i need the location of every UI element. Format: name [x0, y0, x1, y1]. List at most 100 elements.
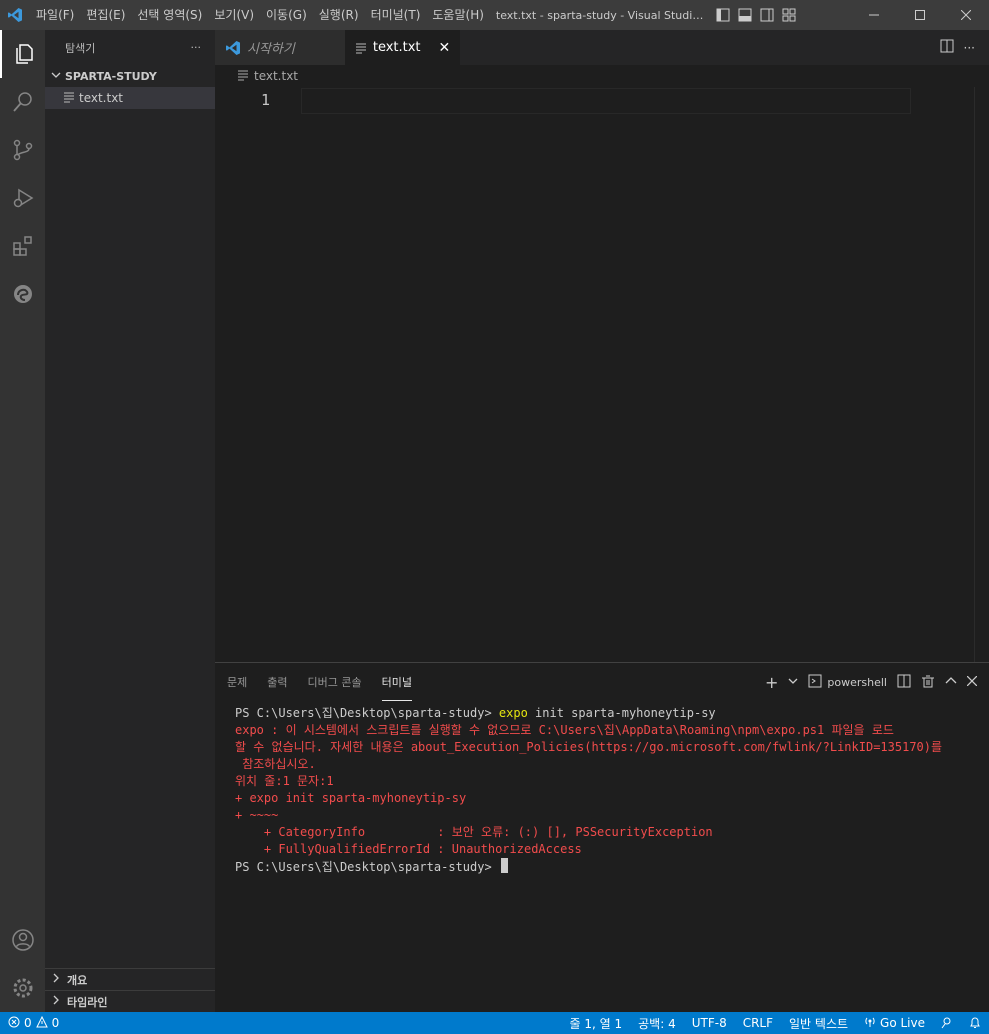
feedback-icon[interactable] [933, 1017, 961, 1029]
terminal-error-line: + expo init sparta-myhoneytip-sy [235, 791, 467, 805]
menu-view[interactable]: 보기(V) [208, 0, 260, 30]
tab-debug-console[interactable]: 디버그 콘솔 [308, 663, 362, 701]
more-actions-icon[interactable]: ··· [191, 41, 202, 54]
warning-icon [35, 1015, 48, 1031]
menu-bar: 파일(F) 편집(E) 선택 영역(S) 보기(V) 이동(G) 실행(R) 터… [30, 0, 490, 30]
scrollbar[interactable] [974, 87, 975, 662]
menu-terminal[interactable]: 터미널(T) [365, 0, 427, 30]
indentation[interactable]: 공백: 4 [630, 1015, 684, 1032]
tab-label: text.txt [372, 40, 421, 55]
file-item-text-txt[interactable]: text.txt [45, 87, 215, 109]
error-count: 0 [24, 1016, 32, 1030]
toggle-panel-icon[interactable] [736, 6, 754, 24]
terminal-command-keyword: expo [498, 706, 528, 720]
terminal-prompt: PS C:\Users\집\Desktop\sparta-study> [235, 706, 499, 720]
terminal-error-line: 위치 줄:1 문자:1 [235, 774, 334, 788]
explorer-icon[interactable] [0, 30, 45, 78]
folder-section[interactable]: SPARTA-STUDY [45, 65, 215, 87]
menu-selection[interactable]: 선택 영역(S) [131, 0, 208, 30]
edge-devtools-icon[interactable] [0, 270, 45, 318]
timeline-label: 타임라인 [67, 995, 108, 1009]
notifications-bell-icon[interactable] [961, 1017, 989, 1029]
close-window-icon[interactable] [943, 0, 989, 30]
current-line-highlight [301, 88, 911, 114]
vscode-logo-icon [225, 40, 241, 56]
vscode-logo-icon [0, 0, 30, 30]
terminal-panel: 문제 출력 디버그 콘솔 터미널 + powershell PS C:\User… [215, 662, 989, 1012]
timeline-section[interactable]: 타임라인 [45, 990, 215, 1012]
menu-help[interactable]: 도움말(H) [426, 0, 490, 30]
encoding[interactable]: UTF-8 [684, 1016, 735, 1030]
tab-problems[interactable]: 문제 [227, 663, 247, 701]
file-name: text.txt [79, 91, 124, 105]
close-tab-icon[interactable]: ✕ [439, 40, 451, 56]
tab-label: 시작하기 [247, 42, 295, 57]
menu-edit[interactable]: 편집(E) [80, 0, 131, 30]
outline-label: 개요 [67, 973, 88, 987]
run-debug-icon[interactable] [0, 174, 45, 222]
menu-file[interactable]: 파일(F) [30, 0, 80, 30]
close-panel-icon[interactable] [966, 675, 978, 689]
customize-layout-icon[interactable] [780, 6, 798, 24]
chevron-down-icon[interactable] [788, 676, 798, 689]
split-editor-icon[interactable] [940, 39, 954, 56]
menu-go[interactable]: 이동(G) [260, 0, 313, 30]
go-live-button[interactable]: Go Live [856, 1016, 933, 1031]
new-terminal-icon[interactable]: + [765, 673, 778, 692]
title-bar: 파일(F) 편집(E) 선택 영역(S) 보기(V) 이동(G) 실행(R) 터… [0, 0, 989, 30]
window-title: text.txt - sparta-study - Visual Studio … [495, 8, 708, 22]
go-live-label: Go Live [880, 1016, 925, 1030]
chevron-right-icon [51, 995, 61, 1008]
toggle-primary-sidebar-icon[interactable] [714, 6, 732, 24]
outline-section[interactable]: 개요 [45, 968, 215, 990]
terminal-output[interactable]: PS C:\Users\집\Desktop\sparta-study> expo… [235, 705, 942, 876]
problems-indicator[interactable]: 0 0 [0, 1015, 67, 1031]
terminal-error-line: expo : 이 시스템에서 스크립트를 실행할 수 없으므로 C:\Users… [235, 723, 894, 737]
trash-icon[interactable] [921, 674, 935, 691]
editor-area[interactable]: 1 [215, 87, 989, 662]
terminal-error-line: 할 수 없습니다. 자세한 내용은 about_Execution_Polici… [235, 740, 943, 754]
folder-name: SPARTA-STUDY [65, 69, 157, 83]
source-control-icon[interactable] [0, 126, 45, 174]
chevron-down-icon [51, 70, 61, 83]
sidebar-header: 탐색기 ··· [45, 30, 215, 65]
accounts-icon[interactable] [0, 916, 45, 964]
breadcrumb-item[interactable]: text.txt [254, 69, 298, 83]
maximize-icon[interactable] [897, 0, 943, 30]
end-of-line[interactable]: CRLF [735, 1016, 781, 1030]
text-file-icon [63, 91, 75, 106]
warning-count: 0 [51, 1016, 60, 1030]
explorer-sidebar: 탐색기 ··· SPARTA-STUDY text.txt 개요 타임라인 [45, 30, 215, 1012]
text-file-icon [237, 69, 249, 84]
terminal-error-line: + CategoryInfo : 보안 오류: (:) [], PSSecuri… [235, 825, 713, 839]
sidebar-title: 탐색기 [65, 41, 96, 55]
menu-run[interactable]: 실행(R) [313, 0, 365, 30]
error-icon [8, 1016, 20, 1031]
tab-welcome[interactable]: 시작하기 [215, 30, 345, 65]
text-file-icon [355, 42, 367, 54]
cursor-position[interactable]: 줄 1, 열 1 [562, 1015, 631, 1032]
breadcrumb: text.txt [215, 65, 989, 87]
toggle-secondary-sidebar-icon[interactable] [758, 6, 776, 24]
editor-tabs: 시작하기 text.txt ✕ ··· [215, 30, 989, 65]
tab-output[interactable]: 출력 [267, 663, 287, 701]
extensions-icon[interactable] [0, 222, 45, 270]
search-icon[interactable] [0, 78, 45, 126]
line-number: 1 [261, 91, 271, 109]
settings-gear-icon[interactable] [0, 964, 45, 1012]
language-mode[interactable]: 일반 텍스트 [781, 1015, 856, 1032]
terminal-prompt: PS C:\Users\집\Desktop\sparta-study> [235, 860, 499, 874]
shell-name: powershell [827, 676, 887, 689]
tab-text-txt[interactable]: text.txt ✕ [344, 30, 461, 65]
status-bar: 0 0 줄 1, 열 1 공백: 4 UTF-8 CRLF 일반 텍스트 Go … [0, 1012, 989, 1034]
activity-bar [0, 30, 45, 1012]
terminal-cursor [500, 858, 508, 873]
terminal-icon [808, 674, 822, 691]
terminal-selector[interactable]: powershell [808, 674, 887, 691]
terminal-error-line: 참조하십시오. [235, 757, 316, 771]
minimize-icon[interactable] [851, 0, 897, 30]
split-terminal-icon[interactable] [897, 674, 911, 691]
more-actions-icon[interactable]: ··· [964, 41, 975, 55]
tab-terminal[interactable]: 터미널 [381, 663, 412, 701]
maximize-panel-icon[interactable] [945, 675, 957, 690]
